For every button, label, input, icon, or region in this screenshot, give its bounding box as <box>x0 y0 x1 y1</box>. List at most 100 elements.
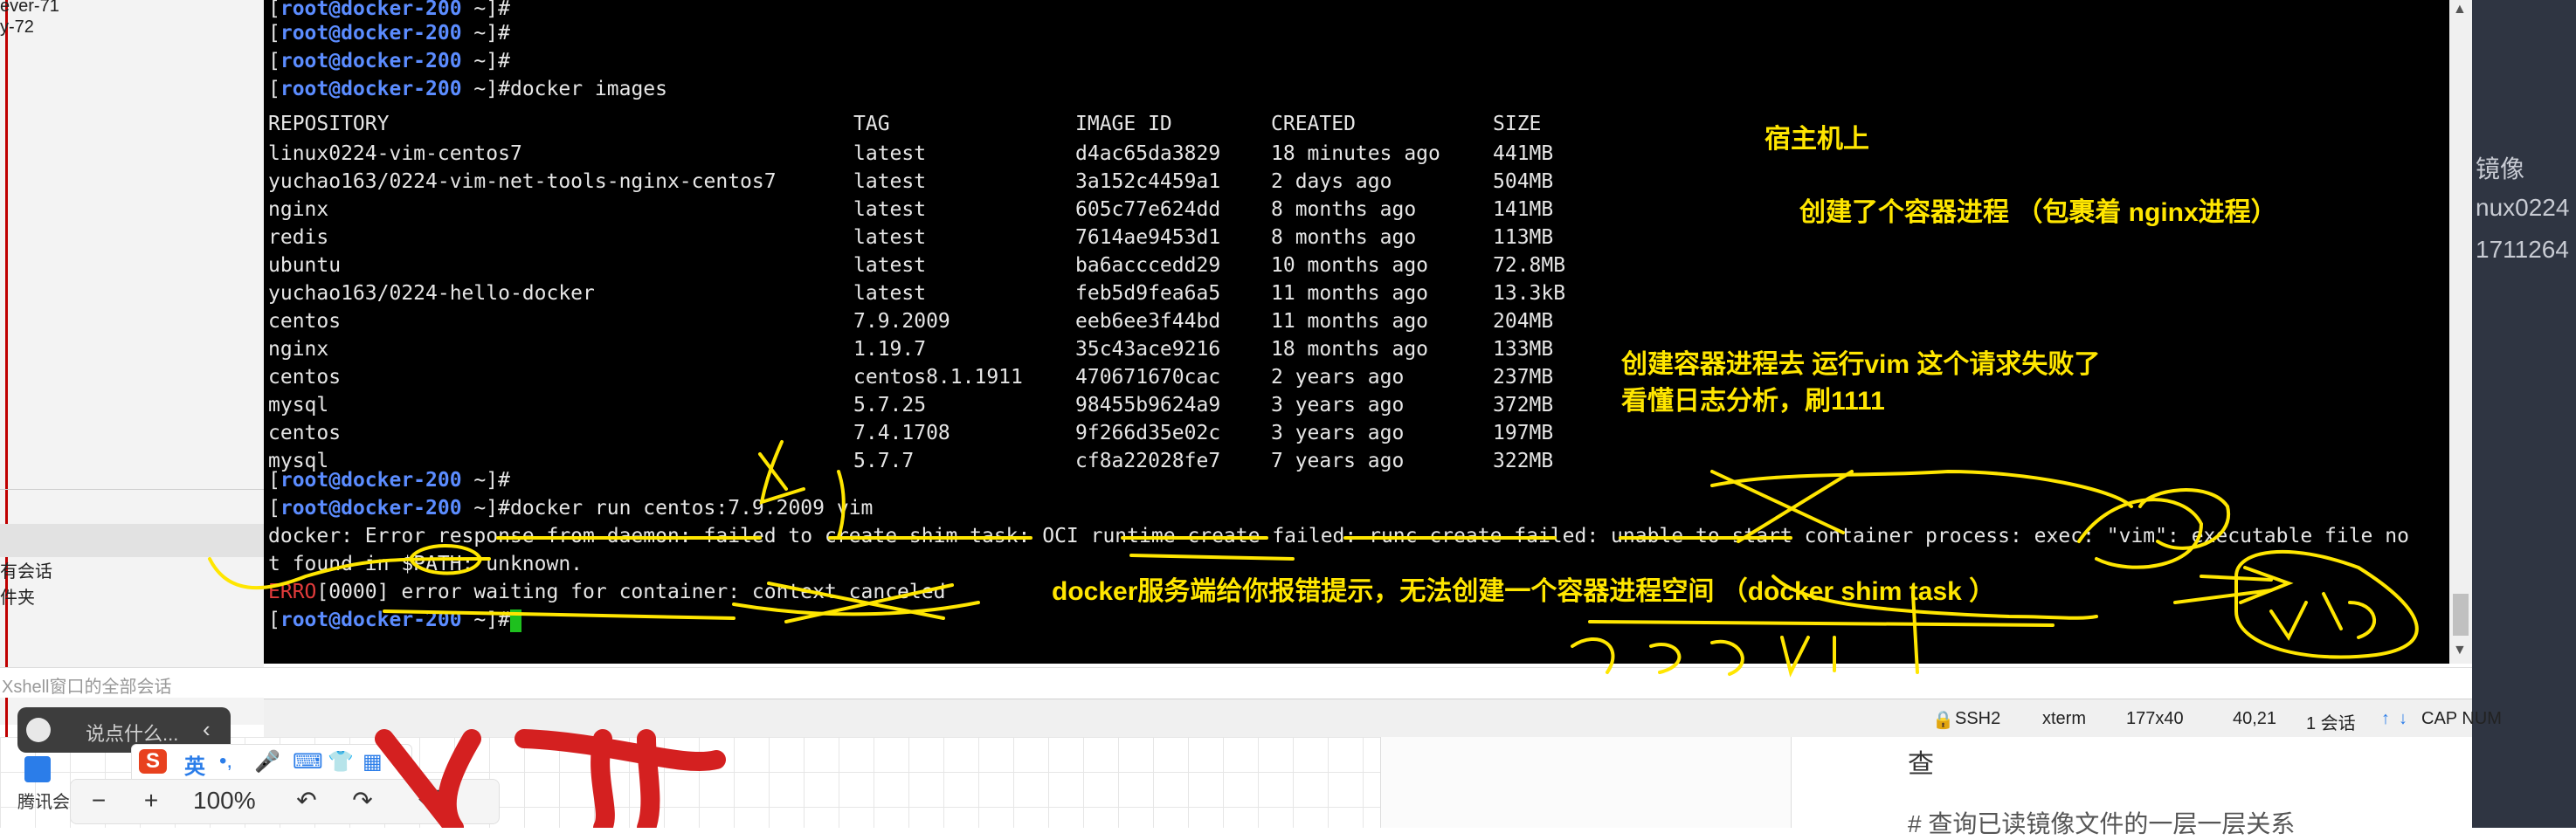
table-row-cell: latest <box>853 142 927 165</box>
table-row-cell: nginx <box>268 338 329 361</box>
whiteboard-panel <box>1380 737 1792 828</box>
table-row-cell: 7.9.2009 <box>853 310 950 333</box>
table-row-cell: 9f266d35e02c <box>1075 422 1221 444</box>
zoom-in-icon[interactable]: + <box>132 784 170 817</box>
table-row-cell: 11 months ago <box>1271 310 1429 333</box>
arrow-up-icon[interactable]: ↑ <box>2381 709 2390 729</box>
table-row-cell: 18 months ago <box>1271 338 1429 361</box>
annotation-fail-2: 看懂日志分析，刷1111 <box>1621 387 1885 416</box>
session-hint-bar[interactable]: Xshell窗口的全部会话 <box>0 667 2472 698</box>
command-text: docker run centos:7.9.2009 vim <box>509 497 874 520</box>
table-row-cell: yuchao163/0224-hello-docker <box>268 282 595 305</box>
status-caps: CAP NUM <box>2421 709 2502 728</box>
table-row-cell: 605c77e624dd <box>1075 198 1221 221</box>
background-document: 镜像 nux0224 1711264 <box>2472 0 2576 828</box>
table-row-cell: 18 minutes ago <box>1271 142 1440 165</box>
keyboard-icon[interactable]: ⌨ <box>293 749 323 775</box>
table-row-cell: 5.7.25 <box>853 394 927 417</box>
toolbox-icon[interactable]: ▦ <box>363 749 383 775</box>
session-tree-item[interactable]: ever-71 <box>0 0 59 17</box>
zoom-toolbar: − + 100% ↶ ↷ ⌫ <box>70 779 500 824</box>
prompt-user: root@docker-200 <box>280 609 462 631</box>
table-row-cell: 3a152c4459a1 <box>1075 170 1221 193</box>
status-sessions: 1 会话 <box>2306 714 2356 733</box>
table-row-cell: ubuntu <box>268 254 342 277</box>
table-row-cell: 72.8MB <box>1493 254 1566 277</box>
table-row-cell: 133MB <box>1493 338 1554 361</box>
status-pos: 40,21 <box>2233 709 2277 728</box>
table-row-cell: 13.3kB <box>1493 282 1566 305</box>
terminal-line: [root@docker-200 ~]#docker images <box>268 78 667 100</box>
doc-text: 1711264 <box>2476 236 2569 263</box>
table-row-cell: 197MB <box>1493 422 1554 444</box>
error-line: docker: Error response from daemon: fail… <box>268 525 2409 547</box>
zoom-level: 100% <box>193 787 256 814</box>
table-header-cell: SIZE <box>1493 113 1542 135</box>
session-sidebar: ever-71 y-72 有会话 件夹 <box>0 0 264 828</box>
status-size: 177x40 <box>2126 709 2184 728</box>
terminal-line: [root@docker-200 ~]# <box>268 22 510 45</box>
doc-comment: # 查询已读镜像文件的一层一层关系 <box>1908 810 2296 837</box>
status-term: xterm <box>2042 709 2086 728</box>
table-row-cell: 237MB <box>1493 366 1554 389</box>
prompt-user: root@docker-200 <box>280 469 462 492</box>
table-row-cell: 3 years ago <box>1271 394 1405 417</box>
ime-lang[interactable]: 英 <box>184 749 205 780</box>
punctuation-icon[interactable]: •, <box>219 749 232 774</box>
skin-icon[interactable]: 👕 <box>328 749 354 775</box>
table-row-cell: centos <box>268 422 342 444</box>
table-row-cell: linux0224-vim-centos7 <box>268 142 522 165</box>
redo-icon[interactable]: ↷ <box>343 784 382 817</box>
arrow-down-icon[interactable]: ↓ <box>2399 709 2407 729</box>
table-row-cell: 8 months ago <box>1271 198 1417 221</box>
table-row-cell: eeb6ee3f44bd <box>1075 310 1221 333</box>
table-row-cell: 7.4.1708 <box>853 422 950 444</box>
tencent-meeting-app[interactable]: 腾讯会 <box>17 756 70 826</box>
zoom-out-icon[interactable]: − <box>79 784 118 817</box>
table-header-cell: CREATED <box>1271 113 1356 135</box>
error-line: t found in $PATH: unknown. <box>268 553 584 575</box>
terminal-line: [root@docker-200 ~]# <box>268 469 510 492</box>
prompt-user: root@docker-200 <box>280 50 462 72</box>
table-row-cell: 504MB <box>1493 170 1554 193</box>
table-header-cell: TAG <box>853 113 890 135</box>
table-row-cell: 98455b9624a9 <box>1075 394 1221 417</box>
scroll-thumb[interactable] <box>2453 594 2469 636</box>
sidebar-sessions-item[interactable]: 件夹 <box>0 583 35 609</box>
table-row-cell: latest <box>853 254 927 277</box>
table-row-cell: 3 years ago <box>1271 422 1405 444</box>
sogou-logo[interactable]: S <box>139 749 168 774</box>
table-row-cell: centos <box>268 310 342 333</box>
table-header-cell: REPOSITORY <box>268 113 390 135</box>
scroll-up-icon[interactable]: ▲ <box>2453 2 2467 17</box>
tencent-meeting-icon <box>24 756 51 782</box>
red-ink-stroke <box>5 0 8 828</box>
table-row-cell: 372MB <box>1493 394 1554 417</box>
table-row-cell: centos <box>268 366 342 389</box>
terminal-line: [root@docker-200 ~]#docker run centos:7.… <box>268 497 874 520</box>
terminal-cursor <box>509 609 521 632</box>
table-row-cell: centos8.1.1911 <box>853 366 1023 389</box>
erro-label: ERRO <box>268 581 317 603</box>
terminal-scrollbar[interactable]: ▲ ▼ <box>2449 0 2472 664</box>
table-row-cell: 1.19.7 <box>853 338 927 361</box>
terminal-window[interactable]: [root@docker-200 ~]# [root@docker-200 ~]… <box>264 0 2449 664</box>
chevron-left-icon[interactable]: ‹ <box>203 716 211 743</box>
table-row-cell: redis <box>268 226 329 249</box>
table-row-cell: 35c43ace9216 <box>1075 338 1221 361</box>
undo-icon[interactable]: ↶ <box>287 784 326 817</box>
annotation-host: 宿主机上 <box>1765 125 1869 154</box>
table-row-cell: 7 years ago <box>1271 450 1405 472</box>
sidebar-sessions-item[interactable]: 有会话 <box>0 557 52 582</box>
background-doc-bottom: 查 # 查询已读镜像文件的一层一层关系 <box>1896 737 2472 837</box>
table-header-cell: IMAGE ID <box>1075 113 1172 135</box>
table-row-cell: 441MB <box>1493 142 1554 165</box>
divider <box>0 489 264 490</box>
microphone-icon[interactable]: 🎤 <box>254 749 280 775</box>
session-tree-item[interactable]: y-72 <box>0 17 34 38</box>
status-ssh: SSH2 <box>1955 709 2001 728</box>
scroll-down-icon[interactable]: ▼ <box>2453 643 2467 658</box>
eraser-icon[interactable]: ⌫ <box>417 784 455 817</box>
table-row-cell: 5.7.7 <box>853 450 915 472</box>
avatar-icon <box>26 718 51 742</box>
